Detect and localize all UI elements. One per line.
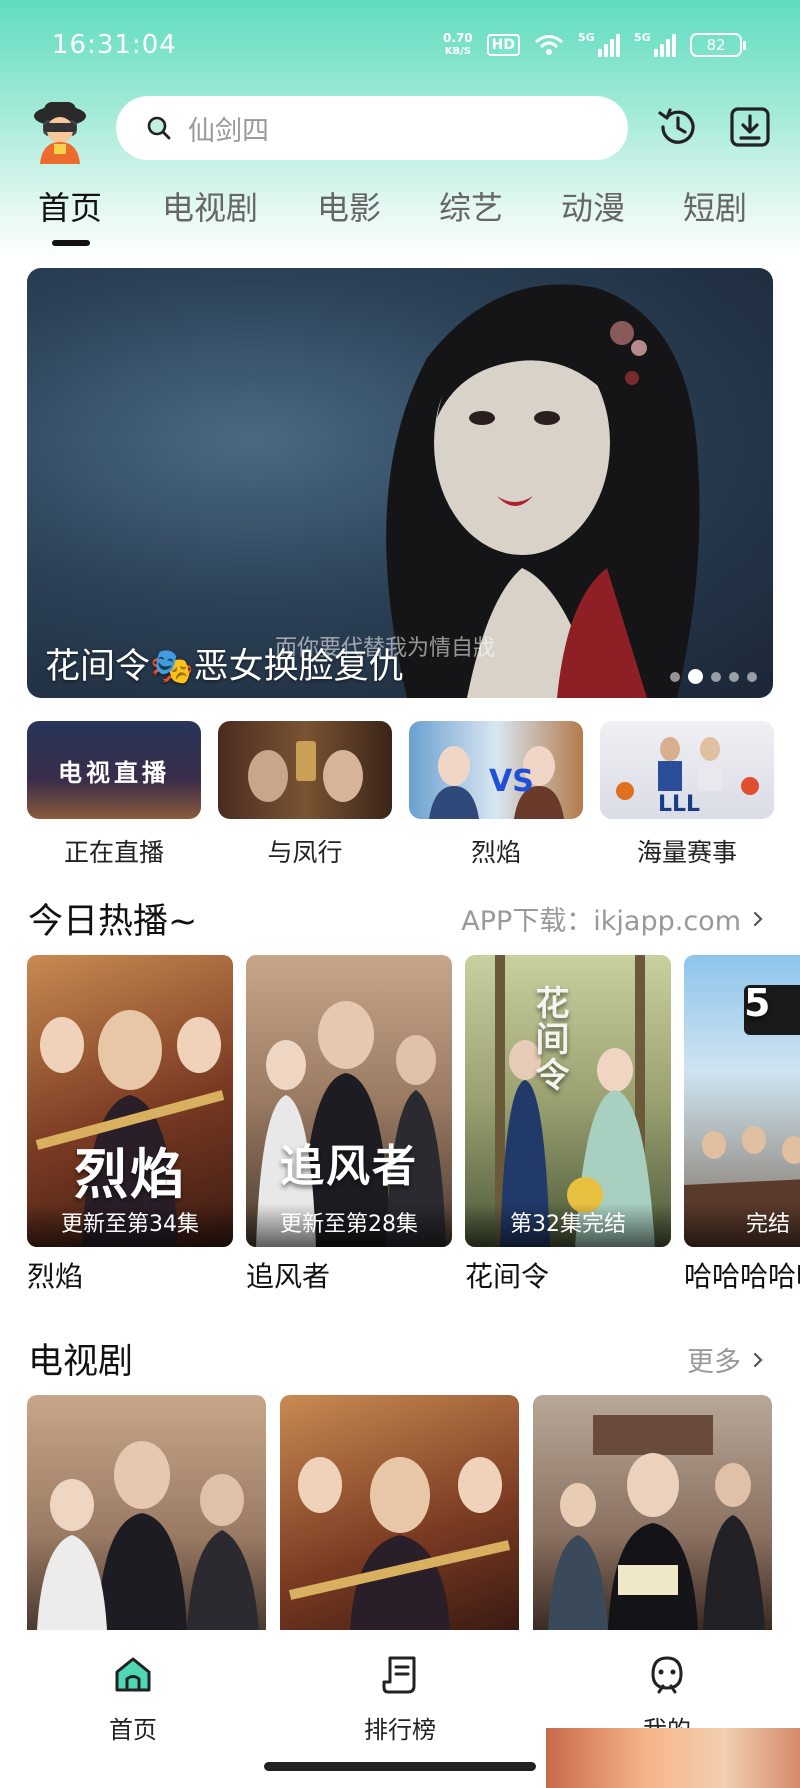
tab-anime[interactable]: 动漫: [561, 183, 625, 229]
status-bar: 16:31:04 0.70 KB/S HD 5G 5G 82: [0, 0, 800, 95]
show-thumbnail: [218, 721, 392, 819]
profile-icon: [651, 1656, 683, 1694]
network-speed: 0.70 KB/S: [443, 32, 473, 58]
quick-link-live[interactable]: 电视直播 正在直播: [27, 721, 201, 869]
banner-title: 花间令🎭恶女换脸复仇: [45, 647, 404, 687]
signal-icon: 5G: [634, 31, 676, 57]
quick-link-yufengxing[interactable]: 与凤行: [218, 721, 392, 869]
poster-image: 烈焰 更新至第34集: [27, 955, 233, 1247]
tv-item-card[interactable]: [27, 1395, 266, 1630]
tab-variety[interactable]: 综艺: [439, 183, 503, 229]
tab-indicator: [52, 240, 90, 246]
status-indicators: 0.70 KB/S HD 5G 5G 82: [443, 31, 746, 58]
nav-home[interactable]: 首页: [73, 1652, 193, 1745]
chevron-right-icon: [753, 1352, 763, 1367]
pagination-dot[interactable]: [711, 671, 721, 682]
nav-rankings[interactable]: 排行榜: [340, 1652, 460, 1745]
wifi-icon: [535, 35, 563, 55]
pagination-dot-active[interactable]: [688, 669, 703, 684]
quick-link-sports[interactable]: LLL 海量赛事: [600, 721, 774, 869]
network-speed-unit: KB/S: [444, 46, 471, 57]
pagination-dot[interactable]: [670, 671, 680, 682]
tab-home[interactable]: 首页: [38, 183, 102, 229]
poster-image: 5 完结: [684, 955, 800, 1247]
poster-title-art: 花间令: [529, 985, 569, 1093]
tv-item-card[interactable]: [280, 1395, 519, 1630]
home-icon: [115, 1657, 151, 1692]
tab-tv-series[interactable]: 电视剧: [162, 183, 258, 229]
live-tv-thumbnail: 电视直播: [27, 721, 201, 819]
quick-link-label: 与凤行: [267, 838, 343, 867]
poster-title-art: 5: [744, 981, 773, 1025]
hot-item-title: 追风者: [246, 1260, 331, 1293]
section-title-tv: 电视剧: [28, 1342, 134, 1382]
hot-item-title: 烈焰: [27, 1260, 84, 1293]
episode-badge: 完结: [684, 1203, 800, 1247]
network-speed-value: 0.70: [443, 31, 473, 45]
quick-link-lieyan[interactable]: VS 烈焰: [409, 721, 583, 869]
nav-rankings-label: 排行榜: [364, 1716, 436, 1744]
poster-image: 追风者 更新至第28集: [246, 955, 452, 1247]
thumbnail-text: 电视直播: [58, 758, 170, 787]
episode-badge: 更新至第28集: [246, 1203, 452, 1247]
svg-text:LLL: LLL: [658, 792, 700, 817]
tab-movies[interactable]: 电影: [317, 183, 381, 229]
signal-2-label: 5G: [634, 31, 651, 44]
search-placeholder: 仙剑四: [188, 115, 269, 147]
history-icon[interactable]: [655, 104, 701, 150]
banner-pagination: [670, 669, 757, 684]
hot-item-hahaha[interactable]: 5 完结 哈哈哈哈哈: [684, 955, 800, 1295]
poster-image: 花间令 第32集完结: [465, 955, 671, 1247]
episode-badge: 第32集完结: [465, 1203, 671, 1247]
battery-indicator: 82: [690, 33, 746, 57]
search-icon: [147, 116, 171, 140]
quick-link-label: 正在直播: [63, 838, 164, 867]
tab-short-drama[interactable]: 短剧: [683, 183, 747, 229]
overlay-thumbnail: [546, 1728, 800, 1788]
show-thumbnail: VS: [409, 721, 583, 819]
hd-badge: HD: [486, 34, 520, 56]
hot-item-zhuifengzhe[interactable]: 追风者 更新至第28集 追风者: [246, 955, 452, 1295]
download-icon[interactable]: [727, 104, 773, 150]
hot-item-lieyan[interactable]: 烈焰 更新至第34集 烈焰: [27, 955, 233, 1295]
quick-link-label: 海量赛事: [636, 838, 737, 867]
more-text: 更多: [687, 1347, 741, 1378]
hot-item-title: 花间令: [465, 1260, 550, 1293]
status-time: 16:31:04: [52, 30, 177, 60]
section-title-hot: 今日热播~: [28, 902, 198, 942]
nav-home-label: 首页: [109, 1716, 157, 1744]
search-input[interactable]: 仙剑四: [116, 96, 628, 160]
pagination-dot[interactable]: [747, 671, 757, 682]
app-download-link[interactable]: APP下载：ikjapp.com: [461, 899, 763, 938]
hot-item-title: 哈哈哈哈哈: [684, 1260, 800, 1293]
category-tabs: 首页 电视剧 电影 综艺 动漫 短剧: [0, 183, 800, 253]
tv-item-card[interactable]: [533, 1395, 772, 1630]
rankings-icon: [382, 1656, 416, 1694]
gesture-home-bar[interactable]: [264, 1762, 536, 1771]
signal-icon: 5G: [578, 31, 620, 57]
tv-more-link[interactable]: 更多: [687, 1340, 763, 1379]
signal-1-label: 5G: [578, 31, 595, 44]
svg-text:VS: VS: [489, 764, 534, 799]
app-download-text: APP下载：ikjapp.com: [461, 906, 741, 937]
poster-title-art: 追风者: [280, 1141, 418, 1192]
chevron-right-icon: [753, 911, 763, 926]
quick-link-label: 烈焰: [470, 838, 521, 867]
featured-banner[interactable]: 而你要代替我为情自戕 花间令🎭恶女换脸复仇: [27, 268, 773, 698]
pagination-dot[interactable]: [729, 671, 739, 682]
sports-thumbnail: LLL: [600, 721, 774, 819]
hot-item-huajianling[interactable]: 花间令 第32集完结 花间令: [465, 955, 671, 1295]
episode-badge: 更新至第34集: [27, 1203, 233, 1247]
poster-title-art: 烈焰: [74, 1143, 186, 1206]
user-avatar[interactable]: [30, 96, 90, 164]
